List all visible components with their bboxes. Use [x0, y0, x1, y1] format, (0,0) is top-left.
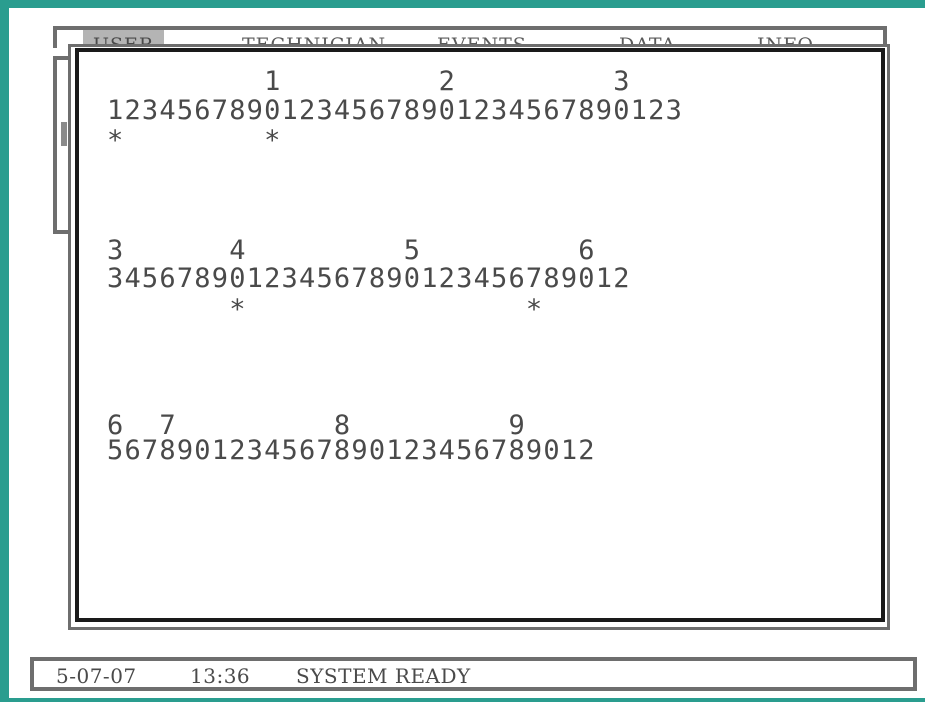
ruler-digits-row-1: 123456789012345678901234567890123 [107, 95, 684, 126]
position-ruler-dialog: 1 2 3 123456789012345678901234567890123 … [75, 48, 885, 622]
status-bar: 5-07-07 13:36 SYSTEM READY [30, 657, 917, 691]
marker-row-1: * * [107, 125, 282, 156]
status-message: SYSTEM READY [296, 664, 471, 688]
ruler-digits-row-3: 5678901234567890123456789012 [107, 435, 596, 466]
ruler-digits-row-2: 345678901234567890123456789012 [107, 263, 631, 294]
ruler-tens-row-2: 3 4 5 6 [107, 235, 596, 266]
panel-marker [61, 122, 67, 146]
status-date: 5-07-07 [56, 664, 137, 688]
status-time: 13:36 [190, 664, 251, 688]
ruler-tens-row-1: 1 2 3 [107, 66, 631, 97]
marker-row-2: * * [107, 294, 544, 325]
